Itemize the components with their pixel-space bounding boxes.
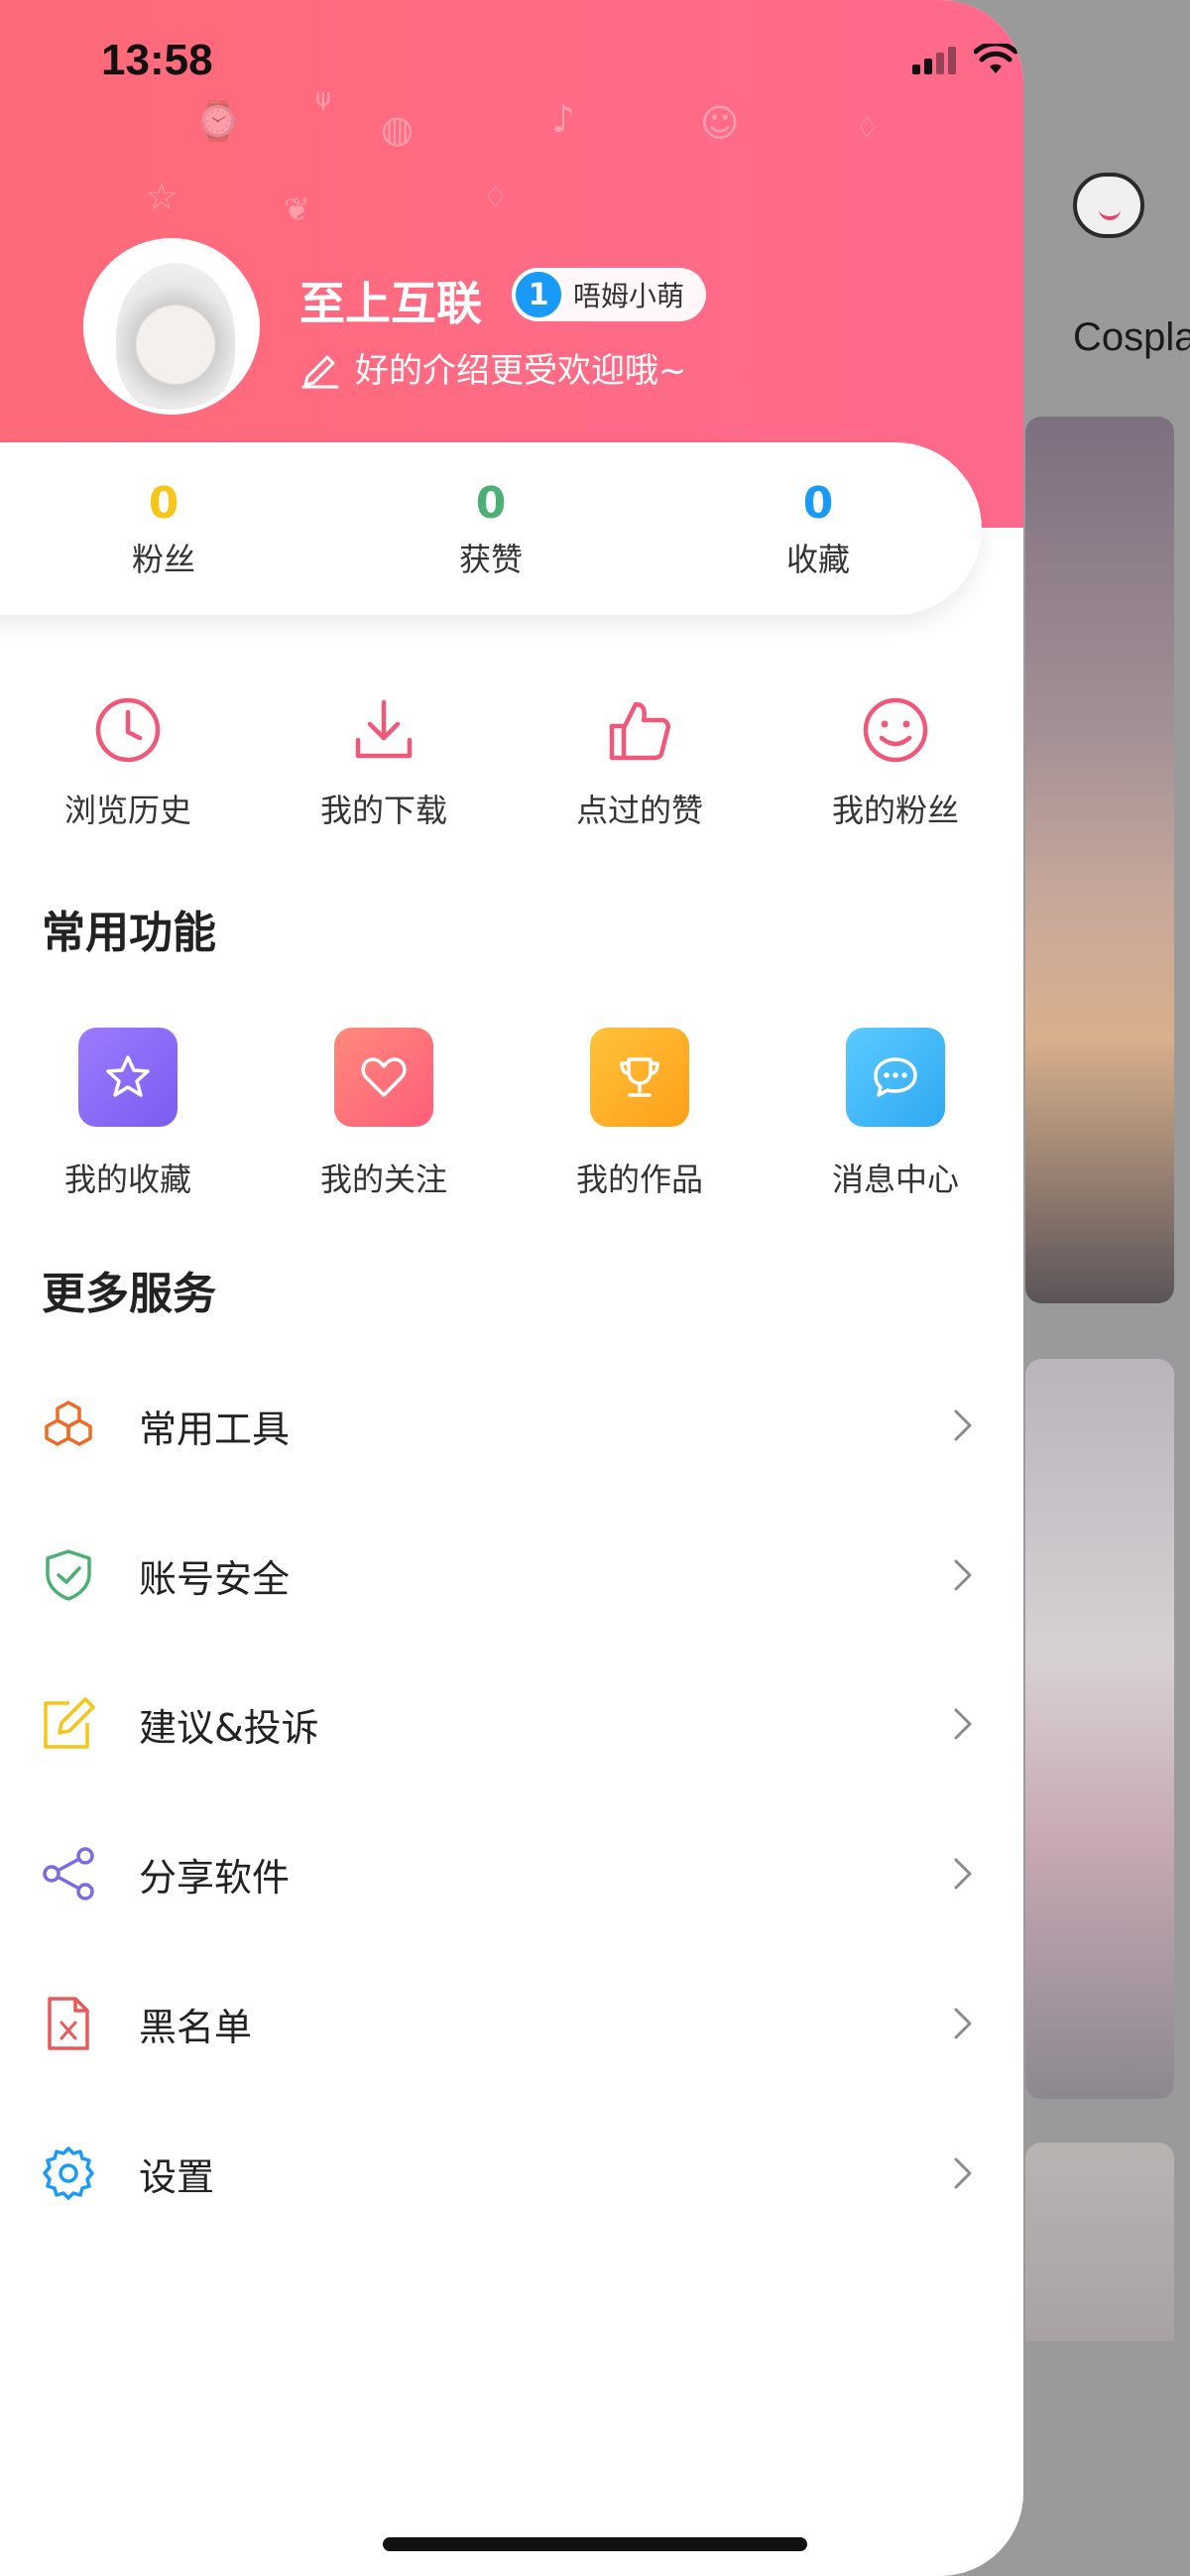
clock-icon	[95, 697, 161, 763]
quick-label: 我的下载	[319, 792, 447, 829]
func-label: 我的作品	[575, 1161, 703, 1198]
star-icon	[78, 1028, 178, 1127]
quick-liked[interactable]: 点过的赞	[512, 694, 768, 831]
chevron-right-icon	[954, 1708, 972, 1740]
decoration-icon: ♢	[855, 111, 881, 144]
stat-label: 收藏	[785, 540, 850, 578]
menu-item-blacklist[interactable]: 黑名单	[0, 1949, 1023, 2098]
decoration-icon: ψ	[315, 83, 331, 111]
decoration-icon: ❦	[284, 190, 310, 228]
func-label: 消息中心	[831, 1161, 959, 1198]
chevron-right-icon	[954, 2157, 972, 2189]
menu-label: 建议&投诉	[139, 1705, 319, 1750]
stats-card: 0 粉丝 0 获赞 0 收藏	[0, 442, 982, 615]
func-label: 我的收藏	[63, 1161, 191, 1198]
stat-favorites[interactable]: 0 收藏	[654, 442, 982, 615]
stat-fans[interactable]: 0 粉丝	[0, 442, 327, 615]
chevron-right-icon	[954, 1858, 972, 1890]
stat-likes[interactable]: 0 获赞	[327, 442, 654, 615]
level-number: 1	[512, 268, 565, 321]
pencil-icon	[301, 355, 339, 388]
decoration-icon: ☆	[145, 175, 179, 218]
message-icon	[846, 1028, 945, 1127]
func-label: 我的关注	[319, 1161, 447, 1198]
side-drawer: 13:58 ⌚ ψ ◍ ♪ ☺ ♢ ☆ ❦ ♢ 至上互联 1 唔姆小萌 好的介绍…	[0, 0, 1023, 2576]
quick-downloads[interactable]: 我的下载	[256, 694, 512, 831]
stat-value: 0	[802, 477, 834, 529]
trophy-icon	[590, 1028, 689, 1127]
menu-label: 账号安全	[139, 1556, 291, 1601]
menu-label: 分享软件	[139, 1855, 291, 1900]
tools-icon	[45, 1401, 92, 1446]
background-image-card[interactable]	[1025, 1359, 1174, 2099]
menu-label: 黑名单	[139, 2005, 253, 2049]
bio-edit[interactable]: 好的介绍更受欢迎哦~	[299, 343, 687, 392]
quick-label: 浏览历史	[63, 792, 191, 829]
quick-history[interactable]: 浏览历史	[0, 694, 256, 831]
avatar[interactable]	[83, 238, 260, 415]
chevron-right-icon	[954, 1559, 972, 1591]
status-time: 13:58	[101, 36, 213, 84]
signal-icon	[912, 45, 956, 74]
blacklist-file-icon	[48, 1997, 89, 2050]
decoration-icon: ⌚	[194, 99, 242, 143]
chat-bubble-icon[interactable]	[1073, 173, 1144, 238]
decoration-icon: ♪	[551, 97, 576, 141]
stat-value: 0	[148, 477, 179, 529]
background-image-card[interactable]	[1025, 417, 1174, 1303]
func-messages[interactable]: 消息中心	[768, 1028, 1023, 1200]
chevron-right-icon	[954, 2008, 972, 2039]
func-following[interactable]: 我的关注	[256, 1028, 512, 1200]
func-favorites[interactable]: 我的收藏	[0, 1028, 256, 1200]
home-indicator[interactable]	[383, 2537, 807, 2551]
menu-item-share[interactable]: 分享软件	[0, 1799, 1023, 1948]
quick-actions: 浏览历史 我的下载 点过的赞 我的粉丝	[0, 694, 1023, 831]
chevron-right-icon	[954, 1410, 972, 1441]
heart-icon	[334, 1028, 433, 1127]
common-functions: 我的收藏 我的关注 我的作品 消息中心	[0, 1028, 1023, 1200]
stat-label: 获赞	[458, 540, 523, 578]
background-tab-label[interactable]: Cospla	[1073, 315, 1190, 360]
menu-item-tools[interactable]: 常用工具	[0, 1351, 1023, 1500]
status-icons	[912, 44, 1023, 75]
edit-icon	[44, 1697, 95, 1749]
menu-label: 常用工具	[139, 1407, 291, 1451]
stat-label: 粉丝	[131, 540, 195, 578]
background-image-card[interactable]	[1025, 2143, 1174, 2341]
level-name: 唔姆小萌	[573, 280, 685, 312]
share-icon	[43, 1847, 94, 1901]
gear-icon	[43, 2147, 94, 2200]
func-works[interactable]: 我的作品	[512, 1028, 768, 1200]
section-title-common: 常用功能	[42, 908, 216, 958]
menu-item-feedback[interactable]: 建议&投诉	[0, 1650, 1023, 1798]
section-title-more: 更多服务	[42, 1269, 216, 1319]
download-icon	[355, 699, 413, 759]
thumbs-up-icon	[609, 701, 670, 761]
menu-label: 设置	[139, 2154, 215, 2199]
wifi-icon	[974, 44, 1017, 73]
quick-label: 我的粉丝	[831, 792, 959, 829]
decoration-icon: ☺	[700, 101, 740, 145]
menu-item-security[interactable]: 账号安全	[0, 1501, 1023, 1650]
decoration-icon: ◍	[381, 107, 415, 151]
menu-item-settings[interactable]: 设置	[0, 2099, 1023, 2248]
smile-icon	[863, 697, 928, 763]
decoration-icon: ♢	[482, 181, 509, 215]
bio-text: 好的介绍更受欢迎哦~	[355, 351, 687, 391]
level-badge[interactable]: 1 唔姆小萌	[512, 268, 707, 321]
stat-value: 0	[475, 477, 507, 529]
quick-fans[interactable]: 我的粉丝	[768, 694, 1023, 831]
quick-label: 点过的赞	[575, 792, 703, 829]
shield-icon	[46, 1549, 91, 1601]
username[interactable]: 至上互联	[299, 268, 482, 333]
